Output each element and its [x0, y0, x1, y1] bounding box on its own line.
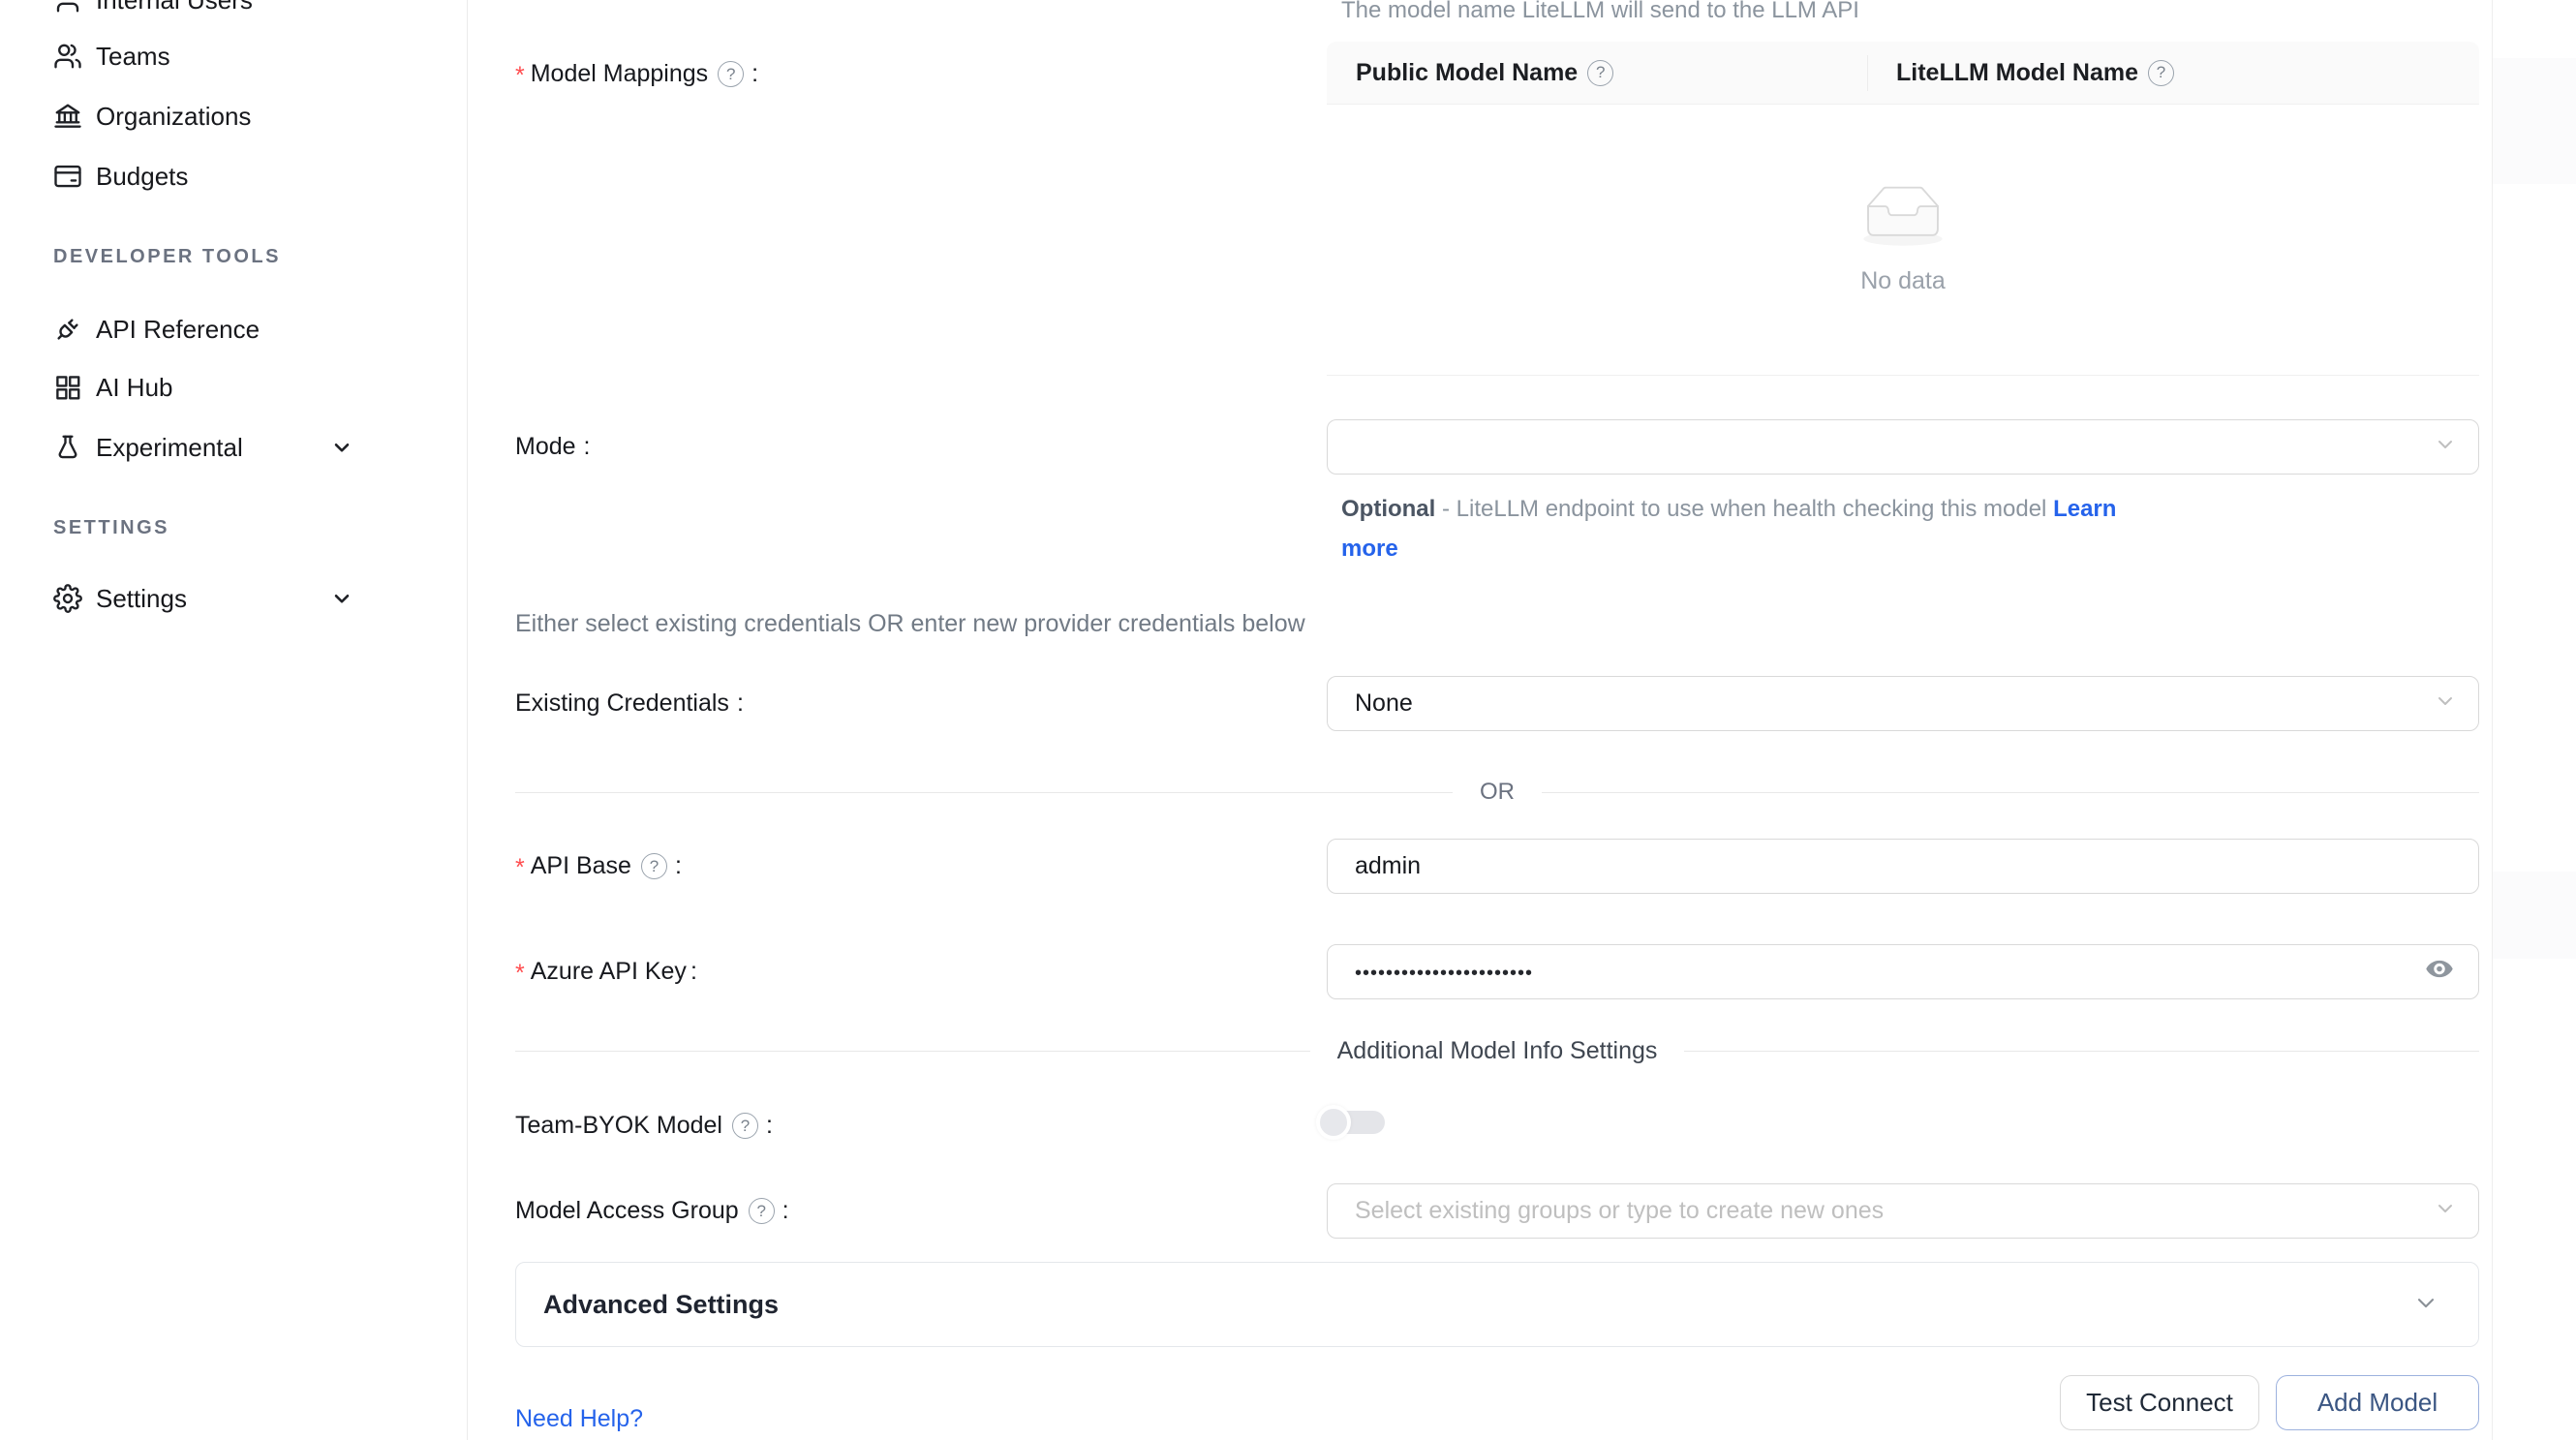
help-icon[interactable]: ? [718, 61, 744, 87]
need-help-row: Need Help? [515, 1392, 643, 1440]
masked-password-value: ••••••••••••••••••••••• [1355, 963, 1533, 985]
add-model-page: Internal Users Teams Organizations Budge… [0, 0, 2576, 1440]
model-mappings-table: Public Model Name ? LiteLLM Model Name ? [1327, 42, 2479, 376]
sidebar-section-settings: SETTINGS [53, 517, 169, 539]
team-byok-toggle[interactable] [1319, 1111, 1385, 1134]
additional-settings-divider: Additional Model Info Settings [515, 1024, 2479, 1078]
existing-credentials-label: Existing Credentials : [515, 676, 744, 731]
empty-inbox-icon [1855, 185, 1951, 254]
bank-icon [53, 102, 82, 131]
sidebar-item-label: API Reference [96, 315, 260, 345]
additional-settings-text: Additional Model Info Settings [1337, 1037, 1658, 1065]
credentials-hint: Either select existing credentials OR en… [515, 610, 1305, 638]
sidebar-item-label: Budgets [96, 162, 188, 192]
mode-select[interactable] [1327, 419, 2479, 475]
chevron-down-icon [2434, 689, 2457, 719]
sidebar-item-ai-hub[interactable]: AI Hub [0, 357, 468, 417]
sidebar-item-experimental[interactable]: Experimental [0, 417, 468, 477]
model-name-hint: The model name LiteLLM will send to the … [1341, 0, 1859, 24]
column-header-litellm-model-name: LiteLLM Model Name ? [1867, 59, 2180, 87]
mode-label: Mode : [515, 419, 591, 475]
or-text: OR [1480, 779, 1515, 806]
column-header-public-model-name: Public Model Name ? [1327, 59, 1867, 87]
content-right-edge [2492, 0, 2493, 1440]
eye-icon[interactable] [2424, 953, 2455, 991]
background-ghost [2493, 872, 2576, 959]
sidebar-item-teams[interactable]: Teams [0, 26, 468, 86]
plug-icon [53, 315, 82, 344]
azure-api-key-input[interactable]: ••••••••••••••••••••••• [1327, 944, 2479, 999]
sidebar-item-api-reference[interactable]: API Reference [0, 299, 468, 359]
sidebar-item-settings[interactable]: Settings [0, 568, 468, 628]
column-separator [1867, 55, 1868, 91]
advanced-settings-panel[interactable]: Advanced Settings [515, 1262, 2479, 1347]
api-base-input[interactable]: admin [1327, 839, 2479, 894]
table-header-row: Public Model Name ? LiteLLM Model Name ? [1327, 42, 2479, 105]
sidebar: Internal Users Teams Organizations Budge… [0, 0, 468, 1440]
help-icon[interactable]: ? [749, 1198, 775, 1224]
existing-credentials-select[interactable]: None [1327, 676, 2479, 731]
sidebar-item-label: Settings [96, 584, 187, 614]
toggle-knob [1316, 1105, 1351, 1140]
credit-card-icon [53, 162, 82, 191]
add-model-button[interactable]: Add Model [2276, 1375, 2479, 1430]
azure-api-key-label: * Azure API Key : [515, 944, 697, 999]
grid-icon [53, 373, 82, 402]
selected-value: None [1355, 689, 1413, 718]
help-icon[interactable]: ? [2148, 60, 2174, 86]
help-icon[interactable]: ? [1587, 60, 1613, 86]
sidebar-item-organizations[interactable]: Organizations [0, 86, 468, 146]
sidebar-item-label: Internal Users [96, 0, 253, 15]
gear-icon [53, 584, 82, 613]
sidebar-item-label: Teams [96, 42, 170, 72]
need-help-link[interactable]: Need Help? [515, 1405, 643, 1433]
team-byok-label: Team-BYOK Model ? : [515, 1098, 773, 1153]
sidebar-item-budgets[interactable]: Budgets [0, 146, 468, 206]
background-ghost [2493, 58, 2576, 184]
required-mark: * [515, 62, 525, 90]
chevron-down-icon [329, 435, 354, 460]
chevron-down-icon [2434, 432, 2457, 462]
api-base-label: * API Base ? : [515, 839, 682, 894]
chevron-down-icon [2434, 1196, 2457, 1226]
required-mark: * [515, 960, 525, 988]
sidebar-item-label: Organizations [96, 102, 251, 132]
flask-icon [53, 433, 82, 462]
sidebar-section-developer-tools: DEVELOPER TOOLS [53, 246, 281, 268]
or-divider: OR [515, 765, 2479, 819]
chevron-down-icon [2412, 1289, 2439, 1321]
mode-help-text: Optional - LiteLLM endpoint to use when … [1341, 489, 2174, 568]
user-icon [53, 0, 82, 15]
users-icon [53, 42, 82, 71]
select-placeholder: Select existing groups or type to create… [1355, 1197, 1884, 1225]
model-mappings-label: * Model Mappings ? : [515, 46, 758, 102]
help-icon[interactable]: ? [732, 1113, 758, 1139]
sidebar-item-label: Experimental [96, 433, 243, 463]
sidebar-item-label: AI Hub [96, 373, 173, 403]
chevron-down-icon [329, 586, 354, 611]
help-icon[interactable]: ? [641, 853, 667, 879]
model-access-group-select[interactable]: Select existing groups or type to create… [1327, 1183, 2479, 1239]
input-value: admin [1355, 852, 1421, 880]
required-mark: * [515, 854, 525, 882]
test-connect-button[interactable]: Test Connect [2060, 1375, 2259, 1430]
no-data-text: No data [1860, 267, 1946, 295]
model-access-group-label: Model Access Group ? : [515, 1183, 789, 1239]
table-empty-state: No data [1327, 105, 2479, 376]
advanced-settings-title: Advanced Settings [543, 1290, 779, 1320]
